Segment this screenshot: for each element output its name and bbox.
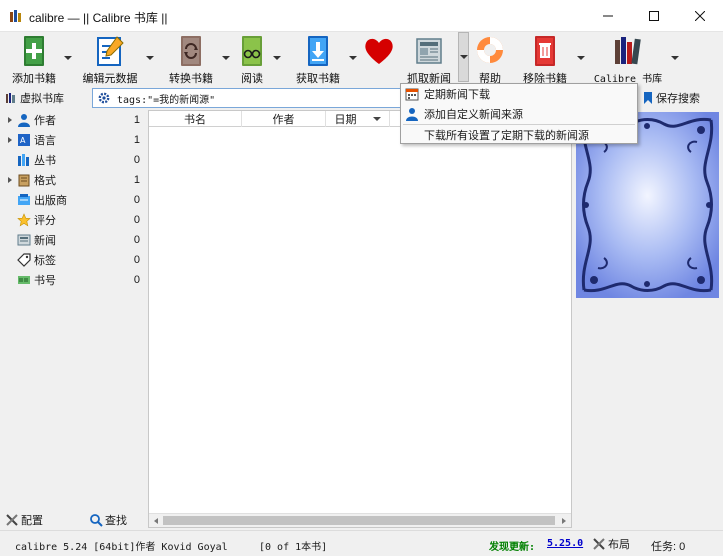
- sort-arrow-icon: [372, 117, 381, 121]
- tag-category-languages[interactable]: A 语言 1: [3, 130, 146, 150]
- remove-book-icon: [535, 36, 555, 66]
- tag-browser: 作者 1 A 语言 1 丛书 0 格式 1 出版商 0 评分 0 新闻 0 标签…: [3, 110, 146, 528]
- minimize-icon: [603, 15, 613, 17]
- scroll-right-icon[interactable]: [560, 517, 568, 525]
- get-books-dropdown-arrow-icon[interactable]: [349, 54, 357, 62]
- svg-text:A: A: [20, 136, 26, 145]
- book-list[interactable]: 书名 作者 日期: [148, 110, 572, 528]
- book-count-text: [0 of 1本书]: [259, 542, 328, 553]
- fetch-news-icon: [416, 38, 442, 64]
- menu-item-download-all-scheduled[interactable]: 下载所有设置了定期下载的新闻源: [401, 125, 637, 145]
- tag-category-identifiers[interactable]: 书号 0: [3, 270, 146, 290]
- language-icon: A: [18, 134, 30, 146]
- column-header-date[interactable]: 日期: [326, 111, 390, 127]
- search-input[interactable]: tags:"=我的新闻源": [92, 88, 412, 108]
- expand-arrow-icon[interactable]: [5, 175, 15, 185]
- convert-books-button[interactable]: 转换书籍: [166, 32, 216, 86]
- person-icon: [18, 114, 30, 127]
- news-icon: [17, 234, 31, 246]
- save-search-button[interactable]: 保存搜索: [643, 90, 700, 106]
- window-title: calibre — || Calibre 书库 ||: [29, 11, 168, 25]
- donate-button[interactable]: [361, 32, 397, 86]
- tag-category-authors[interactable]: 作者 1: [3, 110, 146, 130]
- read-book-icon: [242, 36, 262, 66]
- convert-book-icon: [181, 36, 201, 66]
- read-button[interactable]: 阅读: [235, 32, 269, 86]
- read-dropdown-arrow-icon[interactable]: [273, 54, 281, 62]
- maximize-button[interactable]: [631, 0, 677, 32]
- version-text: calibre 5.24 [64bit]作者 Kovid Goyal: [15, 542, 228, 553]
- horizontal-scrollbar[interactable]: [149, 513, 571, 527]
- get-books-icon: [308, 36, 328, 66]
- layout-button[interactable]: 布局: [592, 536, 630, 552]
- expand-arrow-icon[interactable]: [5, 115, 15, 125]
- main-toolbar: 添加书籍 编辑元数据 转换书籍 阅读 获取书籍 抓取新闻 帮助 移除书籍 Cal…: [0, 32, 723, 86]
- minimize-button[interactable]: [585, 0, 631, 32]
- gear-icon[interactable]: [97, 91, 111, 105]
- title-bar: calibre — || Calibre 书库 ||: [0, 0, 723, 32]
- bookmark-icon: [644, 91, 652, 104]
- remove-books-button[interactable]: 移除书籍: [520, 32, 570, 86]
- remove-books-dropdown-arrow-icon[interactable]: [577, 54, 585, 62]
- tools-icon: [6, 514, 18, 526]
- tag-icon: [17, 253, 31, 267]
- column-header-author[interactable]: 作者: [242, 111, 326, 127]
- tools-icon: [593, 538, 605, 550]
- series-icon: [18, 154, 29, 166]
- close-button[interactable]: [677, 0, 723, 32]
- help-lifebuoy-icon: [477, 37, 503, 63]
- edit-metadata-button[interactable]: 编辑元数据: [82, 32, 138, 86]
- publisher-icon: [18, 194, 30, 205]
- donate-heart-icon: [365, 38, 393, 64]
- add-book-icon: [24, 36, 44, 66]
- tag-category-rating[interactable]: 评分 0: [3, 210, 146, 230]
- maximize-icon: [649, 11, 659, 21]
- identifier-icon: [18, 276, 30, 284]
- tag-browser-footer: 配置 查找: [3, 510, 146, 528]
- tag-category-tags[interactable]: 标签 0: [3, 250, 146, 270]
- virtual-library-button[interactable]: 虚拟书库: [5, 90, 64, 106]
- calendar-icon: [405, 88, 419, 101]
- add-books-dropdown-arrow-icon[interactable]: [64, 54, 72, 62]
- library-icon: [615, 37, 641, 65]
- calibre-app-icon: [10, 10, 21, 22]
- rating-star-icon: [17, 213, 31, 227]
- book-details-panel: [574, 110, 723, 528]
- virtual-library-icon: [6, 93, 15, 103]
- column-header-title[interactable]: 书名: [149, 111, 242, 127]
- user-add-icon: [406, 108, 418, 121]
- expand-arrow-icon[interactable]: [5, 135, 15, 145]
- tag-category-publishers[interactable]: 出版商 0: [3, 190, 146, 210]
- scrollbar-thumb[interactable]: [163, 516, 555, 525]
- jobs-indicator[interactable]: 任务: 0: [651, 538, 685, 554]
- fetch-news-menu: 定期新闻下载 添加自定义新闻来源 下载所有设置了定期下载的新闻源: [400, 83, 638, 144]
- edit-metadata-icon: [97, 36, 124, 66]
- close-icon: [695, 11, 705, 21]
- tag-category-series[interactable]: 丛书 0: [3, 150, 146, 170]
- scroll-left-icon[interactable]: [152, 517, 160, 525]
- add-books-button[interactable]: 添加书籍: [8, 32, 60, 86]
- library-dropdown-arrow-icon[interactable]: [671, 54, 679, 62]
- menu-item-add-custom-source[interactable]: 添加自定义新闻来源: [401, 104, 637, 124]
- menu-item-schedule-news[interactable]: 定期新闻下载: [401, 84, 637, 104]
- help-button[interactable]: 帮助: [473, 32, 507, 86]
- fetch-news-dropdown-arrow-icon: [460, 55, 468, 59]
- tag-category-news[interactable]: 新闻 0: [3, 230, 146, 250]
- get-books-button[interactable]: 获取书籍: [294, 32, 342, 86]
- edit-metadata-dropdown-arrow-icon[interactable]: [146, 54, 154, 62]
- status-bar: calibre 5.24 [64bit]作者 Kovid Goyal [0 of…: [0, 530, 723, 556]
- find-button[interactable]: 查找: [89, 512, 127, 528]
- tag-category-formats[interactable]: 格式 1: [3, 170, 146, 190]
- update-label: 发现更新:: [489, 542, 536, 553]
- convert-dropdown-arrow-icon[interactable]: [222, 54, 230, 62]
- search-icon: [90, 514, 103, 527]
- fetch-news-dropdown-button[interactable]: [458, 32, 469, 82]
- search-query-text: tags:"=我的新闻源": [117, 94, 216, 106]
- configure-button[interactable]: 配置: [5, 512, 43, 528]
- format-icon: [18, 174, 30, 187]
- update-version-link[interactable]: 5.25.0: [547, 538, 583, 549]
- library-button[interactable]: Calibre 书库: [592, 32, 664, 86]
- fetch-news-button[interactable]: 抓取新闻: [404, 32, 454, 86]
